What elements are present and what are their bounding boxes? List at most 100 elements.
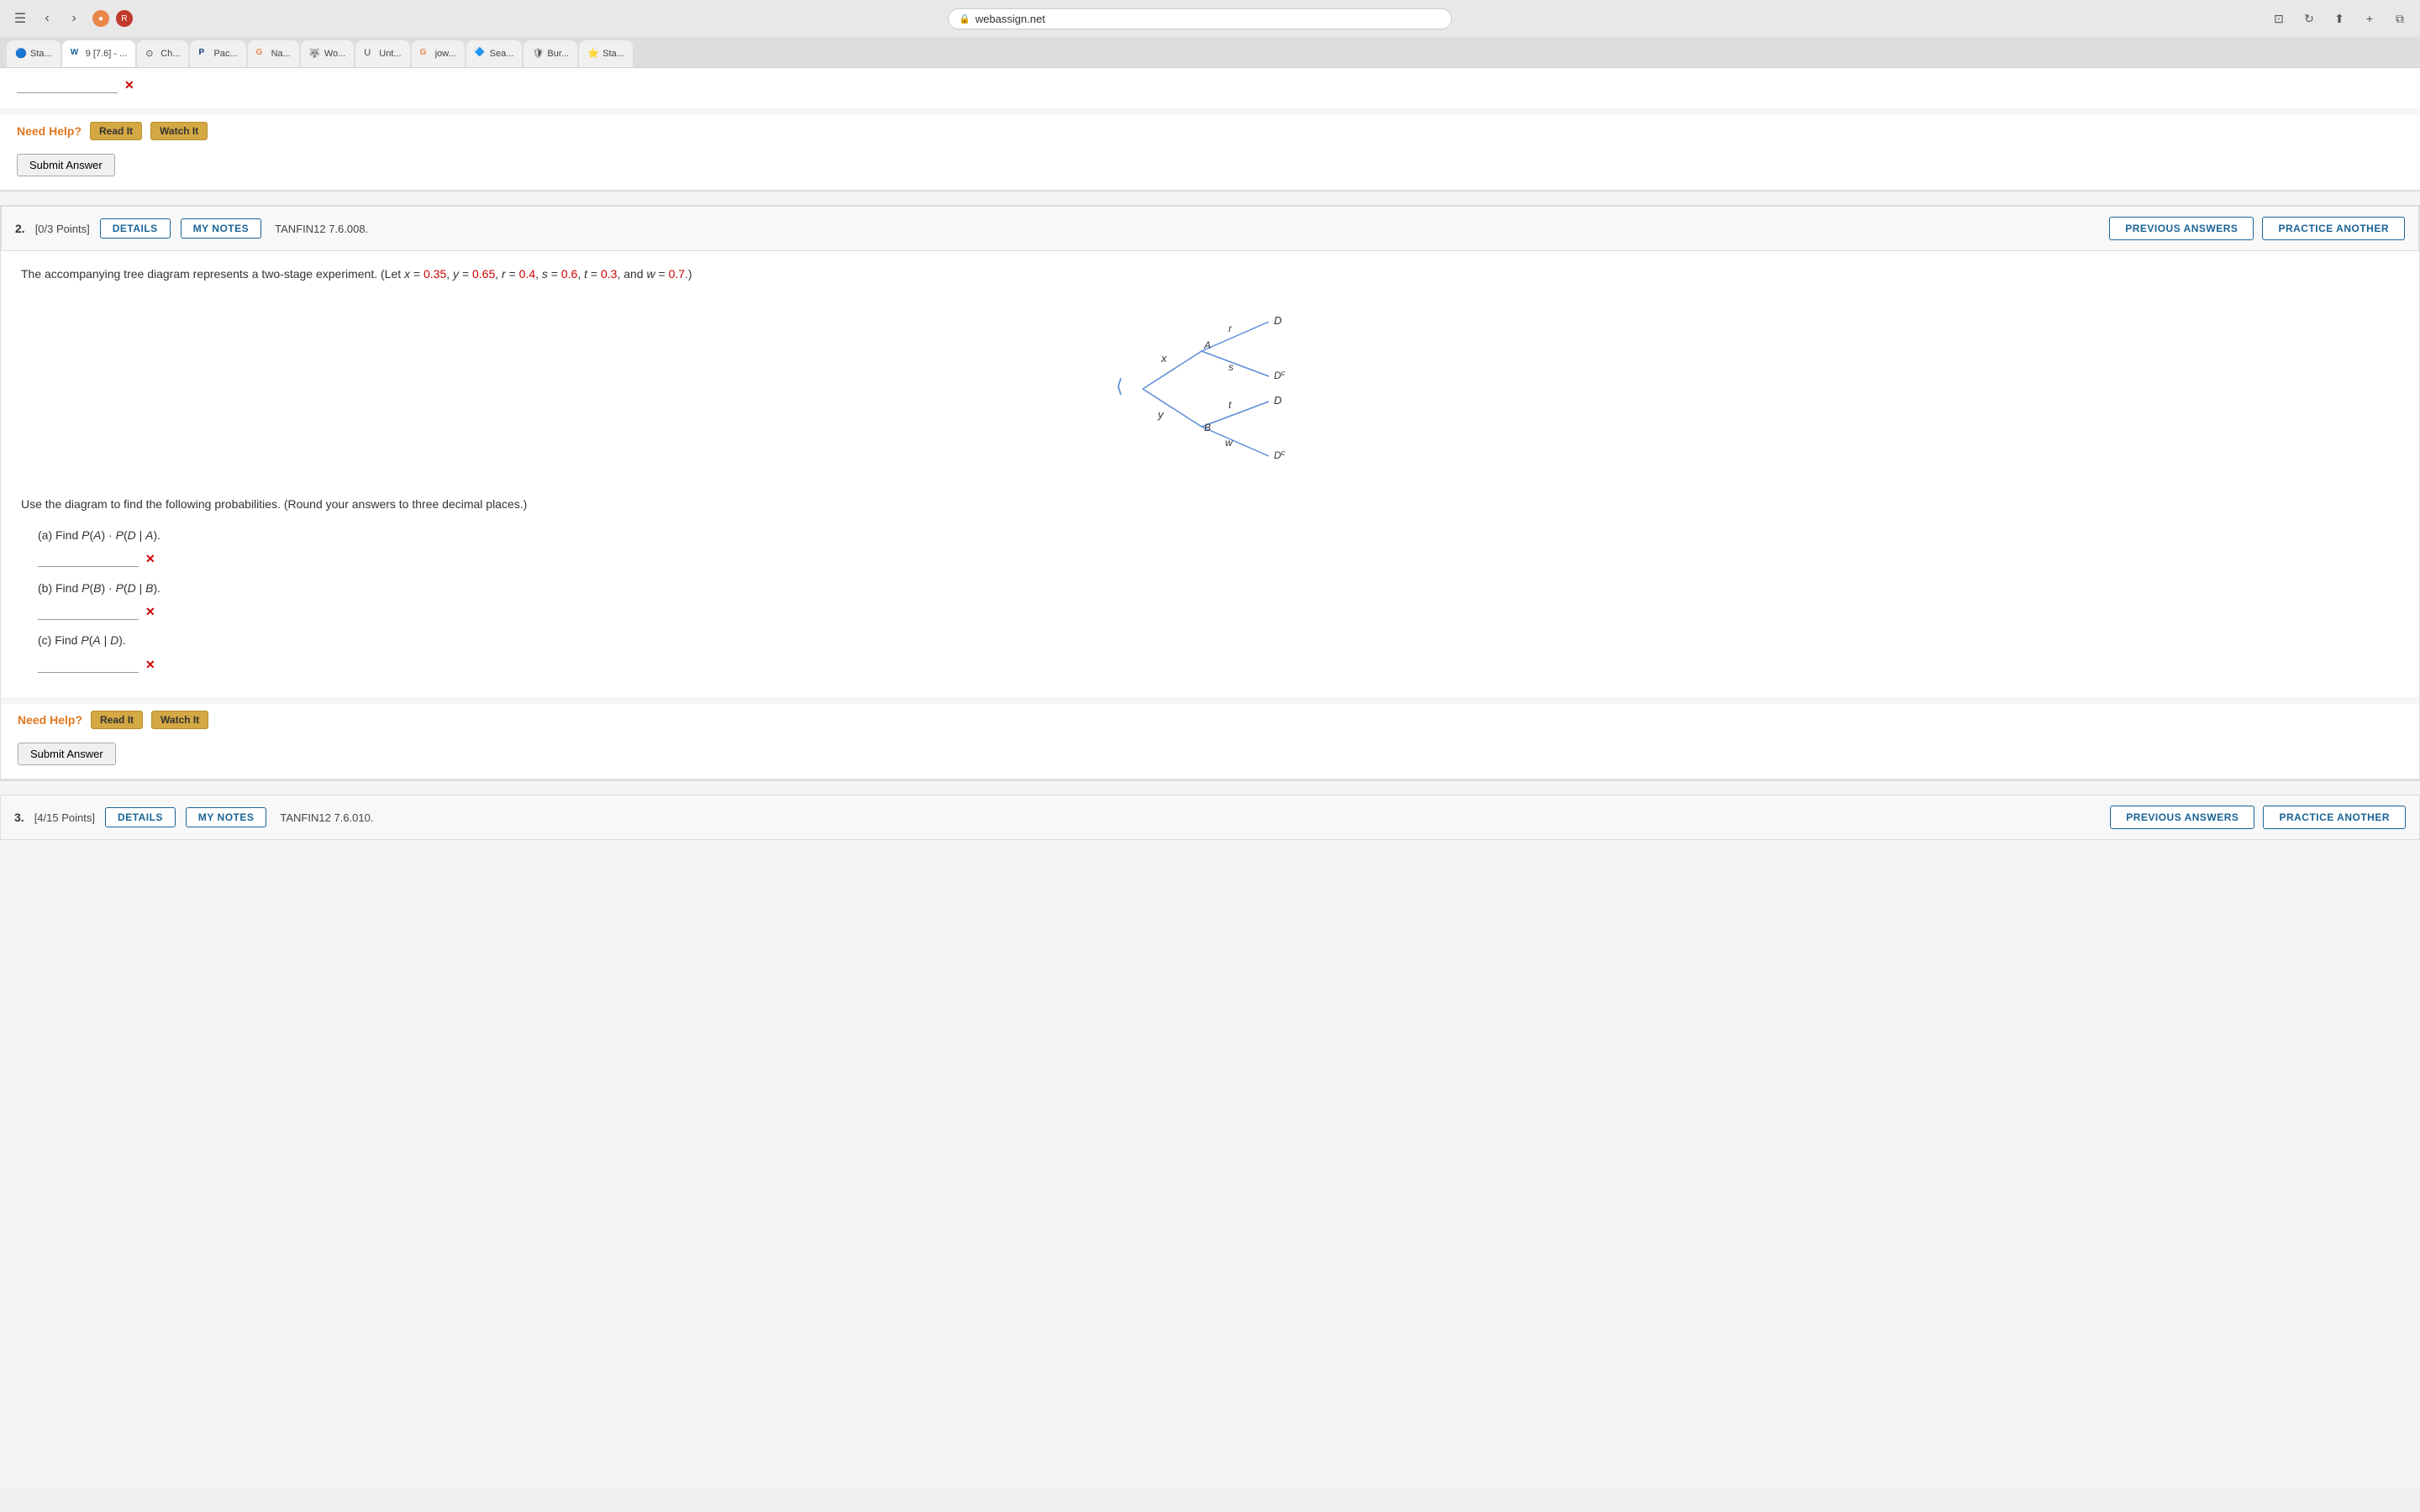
q2-right-buttons: PREVIOUS ANSWERS PRACTICE ANOTHER — [2109, 217, 2405, 240]
q2-instruction: Use the diagram to find the following pr… — [21, 495, 2399, 513]
q3-details-button[interactable]: DETAILS — [105, 807, 176, 827]
tab-favicon-wo: 🐺 — [309, 48, 321, 60]
tab-favicon-jow: G — [420, 48, 432, 60]
tabs-bar: 🔵 Sta... W 9 [7.6] - ... ⊙ Ch... P Pac..… — [0, 37, 2420, 67]
browser-chrome: ☰ ‹ › ● R 🔒 webassign.net ⊡ ↻ ⬆ + ⧉ 🔵 St… — [0, 0, 2420, 68]
q2-number: 2. — [15, 222, 25, 235]
svg-text:B: B — [1204, 422, 1211, 433]
screen-share-button[interactable]: ⊡ — [2267, 7, 2291, 30]
q2-sub-c-input[interactable] — [38, 656, 139, 673]
tab-title-webassign: 9 [7.6] - ... — [86, 49, 128, 59]
q3-code: TANFIN12 7.6.010. — [280, 811, 373, 824]
sidebar-toggle-button[interactable]: ☰ — [8, 7, 32, 30]
browser-actions: ⊡ ↻ ⬆ + ⧉ — [2267, 7, 2412, 30]
q2-need-help-label: Need Help? — [18, 713, 82, 727]
address-bar[interactable]: 🔒 webassign.net — [948, 8, 1452, 29]
tab-sta[interactable]: 🔵 Sta... — [7, 40, 60, 67]
new-tab-button[interactable]: + — [2358, 7, 2381, 30]
top-submit-row: Submit Answer — [0, 147, 2420, 192]
back-button[interactable]: ‹ — [35, 7, 59, 30]
q2-sub-b: (b) Find P(B) · P(D | B). ✕ — [21, 579, 2399, 622]
question-3-container: 3. [4/15 Points] DETAILS MY NOTES TANFIN… — [0, 795, 2420, 840]
q2-read-it-button[interactable]: Read It — [91, 711, 143, 729]
q3-practice-another-button[interactable]: PRACTICE ANOTHER — [2263, 806, 2406, 829]
tree-diagram: x y A B r s t w D — [21, 297, 2399, 481]
q3-my-notes-button[interactable]: MY NOTES — [186, 807, 266, 827]
q2-sub-b-input[interactable] — [38, 603, 139, 620]
tab-favicon-sta: 🔵 — [15, 48, 27, 60]
svg-text:D: D — [1274, 314, 1281, 327]
top-answer-row: ✕ — [17, 76, 2403, 93]
q2-submit-row: Submit Answer — [1, 736, 2419, 780]
page-wrapper: ✕ Need Help? Read It Watch It Submit Ans… — [0, 68, 2420, 1488]
share-button[interactable]: ⬆ — [2328, 7, 2351, 30]
tab-pac[interactable]: P Pac... — [190, 40, 245, 67]
top-answer-input[interactable] — [17, 76, 118, 93]
tab-wo[interactable]: 🐺 Wo... — [301, 40, 354, 67]
tab-star[interactable]: ⭐ Sta... — [579, 40, 633, 67]
svg-text:w: w — [1225, 437, 1234, 449]
q2-my-notes-button[interactable]: MY NOTES — [181, 218, 261, 239]
q2-submit-button[interactable]: Submit Answer — [18, 743, 116, 765]
q2-watch-it-button[interactable]: Watch It — [151, 711, 208, 729]
top-submit-button[interactable]: Submit Answer — [17, 154, 115, 176]
tab-title-bur: Bur... — [547, 49, 569, 59]
tab-favicon-star: ⭐ — [587, 48, 599, 60]
tab-favicon-webassign: W — [71, 48, 82, 60]
svg-text:D: D — [1274, 394, 1281, 407]
svg-text:x: x — [1160, 352, 1167, 365]
q2-details-button[interactable]: DETAILS — [100, 218, 171, 239]
svg-text:y: y — [1157, 408, 1165, 421]
svg-text:s: s — [1228, 361, 1234, 373]
url-text: webassign.net — [976, 13, 1045, 25]
q2-code: TANFIN12 7.6.008. — [275, 223, 368, 235]
q2-sub-a: (a) Find P(A) · P(D | A). ✕ — [21, 526, 2399, 569]
tab-title-unt: Unt... — [379, 49, 401, 59]
q2-previous-answers-button[interactable]: PREVIOUS ANSWERS — [2109, 217, 2254, 240]
q2-sub-a-input[interactable] — [38, 550, 139, 567]
q3-previous-answers-button[interactable]: PREVIOUS ANSWERS — [2110, 806, 2254, 829]
tab-bur[interactable]: 🛡 Bur... — [523, 40, 577, 67]
top-error-icon: ✕ — [124, 78, 134, 92]
forward-button[interactable]: › — [62, 7, 86, 30]
top-read-it-button[interactable]: Read It — [90, 122, 142, 140]
q2-sub-b-error-icon: ✕ — [145, 602, 155, 621]
tab-favicon-ch: ⊙ — [145, 48, 157, 60]
question-2-container: 2. [0/3 Points] DETAILS MY NOTES TANFIN1… — [0, 205, 2420, 781]
tab-favicon-pac: P — [198, 48, 210, 60]
q3-number: 3. — [14, 811, 24, 824]
tab-title-wo: Wo... — [324, 49, 345, 59]
browser-toolbar: ☰ ‹ › ● R 🔒 webassign.net ⊡ ↻ ⬆ + ⧉ — [0, 0, 2420, 37]
q2-sub-c: (c) Find P(A | D). ✕ — [21, 631, 2399, 674]
tree-diagram-svg: x y A B r s t w D — [1092, 297, 1328, 481]
svg-text:Dc: Dc — [1274, 449, 1286, 461]
app-icon: R — [116, 10, 133, 27]
tabs-overview-button[interactable]: ⧉ — [2388, 7, 2412, 30]
top-need-help-label: Need Help? — [17, 124, 82, 138]
q2-sub-c-input-row: ✕ — [38, 655, 2399, 674]
tab-unt[interactable]: U Unt... — [355, 40, 409, 67]
tab-title-sta: Sta... — [30, 49, 52, 59]
question-2-header: 2. [0/3 Points] DETAILS MY NOTES TANFIN1… — [1, 206, 2419, 251]
question-3-header: 3. [4/15 Points] DETAILS MY NOTES TANFIN… — [0, 795, 2420, 840]
tab-title-na: Na... — [271, 49, 291, 59]
q2-intro-text: The accompanying tree diagram represents… — [21, 265, 2399, 283]
svg-text:r: r — [1228, 323, 1233, 334]
tab-jow[interactable]: G jow... — [412, 40, 465, 67]
question-2-body: The accompanying tree diagram represents… — [1, 251, 2419, 697]
q3-points: [4/15 Points] — [34, 811, 95, 824]
tab-favicon-bur: 🛡 — [532, 48, 544, 60]
svg-text:A: A — [1203, 339, 1211, 351]
tab-ch[interactable]: ⊙ Ch... — [137, 40, 188, 67]
tab-title-pac: Pac... — [213, 49, 237, 59]
tab-webassign[interactable]: W 9 [7.6] - ... — [62, 40, 136, 67]
svg-text:Dc: Dc — [1274, 369, 1286, 381]
tab-sea[interactable]: 🔷 Sea... — [466, 40, 523, 67]
top-watch-it-button[interactable]: Watch It — [150, 122, 208, 140]
refresh-button[interactable]: ↻ — [2297, 7, 2321, 30]
q2-practice-another-button[interactable]: PRACTICE ANOTHER — [2262, 217, 2405, 240]
q2-sub-c-error-icon: ✕ — [145, 655, 155, 674]
svg-text:⟨: ⟨ — [1116, 375, 1123, 396]
browser-icon: ● — [92, 10, 109, 27]
tab-na[interactable]: G Na... — [248, 40, 299, 67]
